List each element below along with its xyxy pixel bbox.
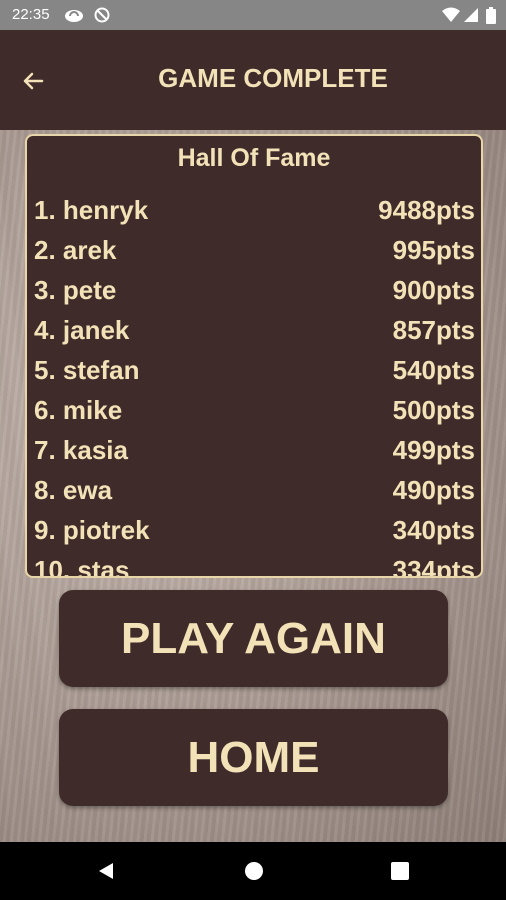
list-item: 6. mike 500pts bbox=[34, 390, 475, 430]
player-score: 340pts bbox=[392, 515, 475, 545]
hall-of-fame-panel[interactable]: Hall Of Fame 1. henryk 9488pts 2. arek 9… bbox=[25, 134, 483, 578]
list-item: 10. stas 334pts bbox=[34, 550, 475, 578]
player-name: 4. janek bbox=[34, 315, 130, 345]
player-name: 5. stefan bbox=[34, 355, 140, 385]
hall-of-fame-title: Hall Of Fame bbox=[177, 144, 331, 172]
player-score: 857pts bbox=[392, 315, 475, 345]
no-sim-icon bbox=[94, 7, 110, 28]
list-item: 4. janek 857pts bbox=[34, 310, 475, 350]
status-time: 22:35 bbox=[12, 6, 50, 23]
player-score: 334pts bbox=[392, 555, 475, 578]
player-score: 900pts bbox=[392, 275, 475, 305]
player-name: 10. stas bbox=[34, 555, 130, 578]
player-score: 9488pts bbox=[378, 195, 475, 225]
hall-of-fame-list[interactable]: 1. henryk 9488pts 2. arek 995pts 3. pete… bbox=[34, 190, 475, 578]
app-bar: GAME COMPLETE bbox=[0, 30, 506, 130]
player-score: 490pts bbox=[392, 475, 475, 505]
wifi-icon bbox=[442, 7, 460, 28]
list-item: 7. kasia 499pts bbox=[34, 430, 475, 470]
list-item: 9. piotrek 340pts bbox=[34, 510, 475, 550]
page-title: GAME COMPLETE bbox=[158, 63, 388, 93]
player-score: 500pts bbox=[392, 395, 475, 425]
system-nav-bar bbox=[0, 842, 506, 900]
player-score: 995pts bbox=[392, 235, 475, 265]
player-score: 540pts bbox=[392, 355, 475, 385]
player-name: 6. mike bbox=[34, 395, 123, 425]
status-bar: 22:35 bbox=[0, 0, 506, 30]
player-name: 1. henryk bbox=[34, 195, 149, 225]
list-item: 2. arek 995pts bbox=[34, 230, 475, 270]
list-item: 3. pete 900pts bbox=[34, 270, 475, 310]
player-name: 2. arek bbox=[34, 235, 117, 265]
play-again-button[interactable]: PLAY AGAIN bbox=[59, 590, 448, 687]
home-button[interactable]: HOME bbox=[59, 709, 448, 806]
player-name: 7. kasia bbox=[34, 435, 128, 465]
cloud-sync-icon bbox=[64, 7, 84, 28]
player-name: 8. ewa bbox=[34, 475, 113, 505]
signal-icon bbox=[463, 7, 479, 28]
back-triangle-icon[interactable] bbox=[96, 861, 116, 886]
home-circle-icon[interactable] bbox=[244, 861, 264, 886]
player-name: 9. piotrek bbox=[34, 515, 150, 545]
list-item: 8. ewa 490pts bbox=[34, 470, 475, 510]
battery-icon bbox=[486, 7, 496, 29]
list-item: 1. henryk 9488pts bbox=[34, 190, 475, 230]
player-name: 3. pete bbox=[34, 275, 117, 305]
recents-square-icon[interactable] bbox=[391, 861, 409, 886]
player-score: 499pts bbox=[392, 435, 475, 465]
list-item: 5. stefan 540pts bbox=[34, 350, 475, 390]
